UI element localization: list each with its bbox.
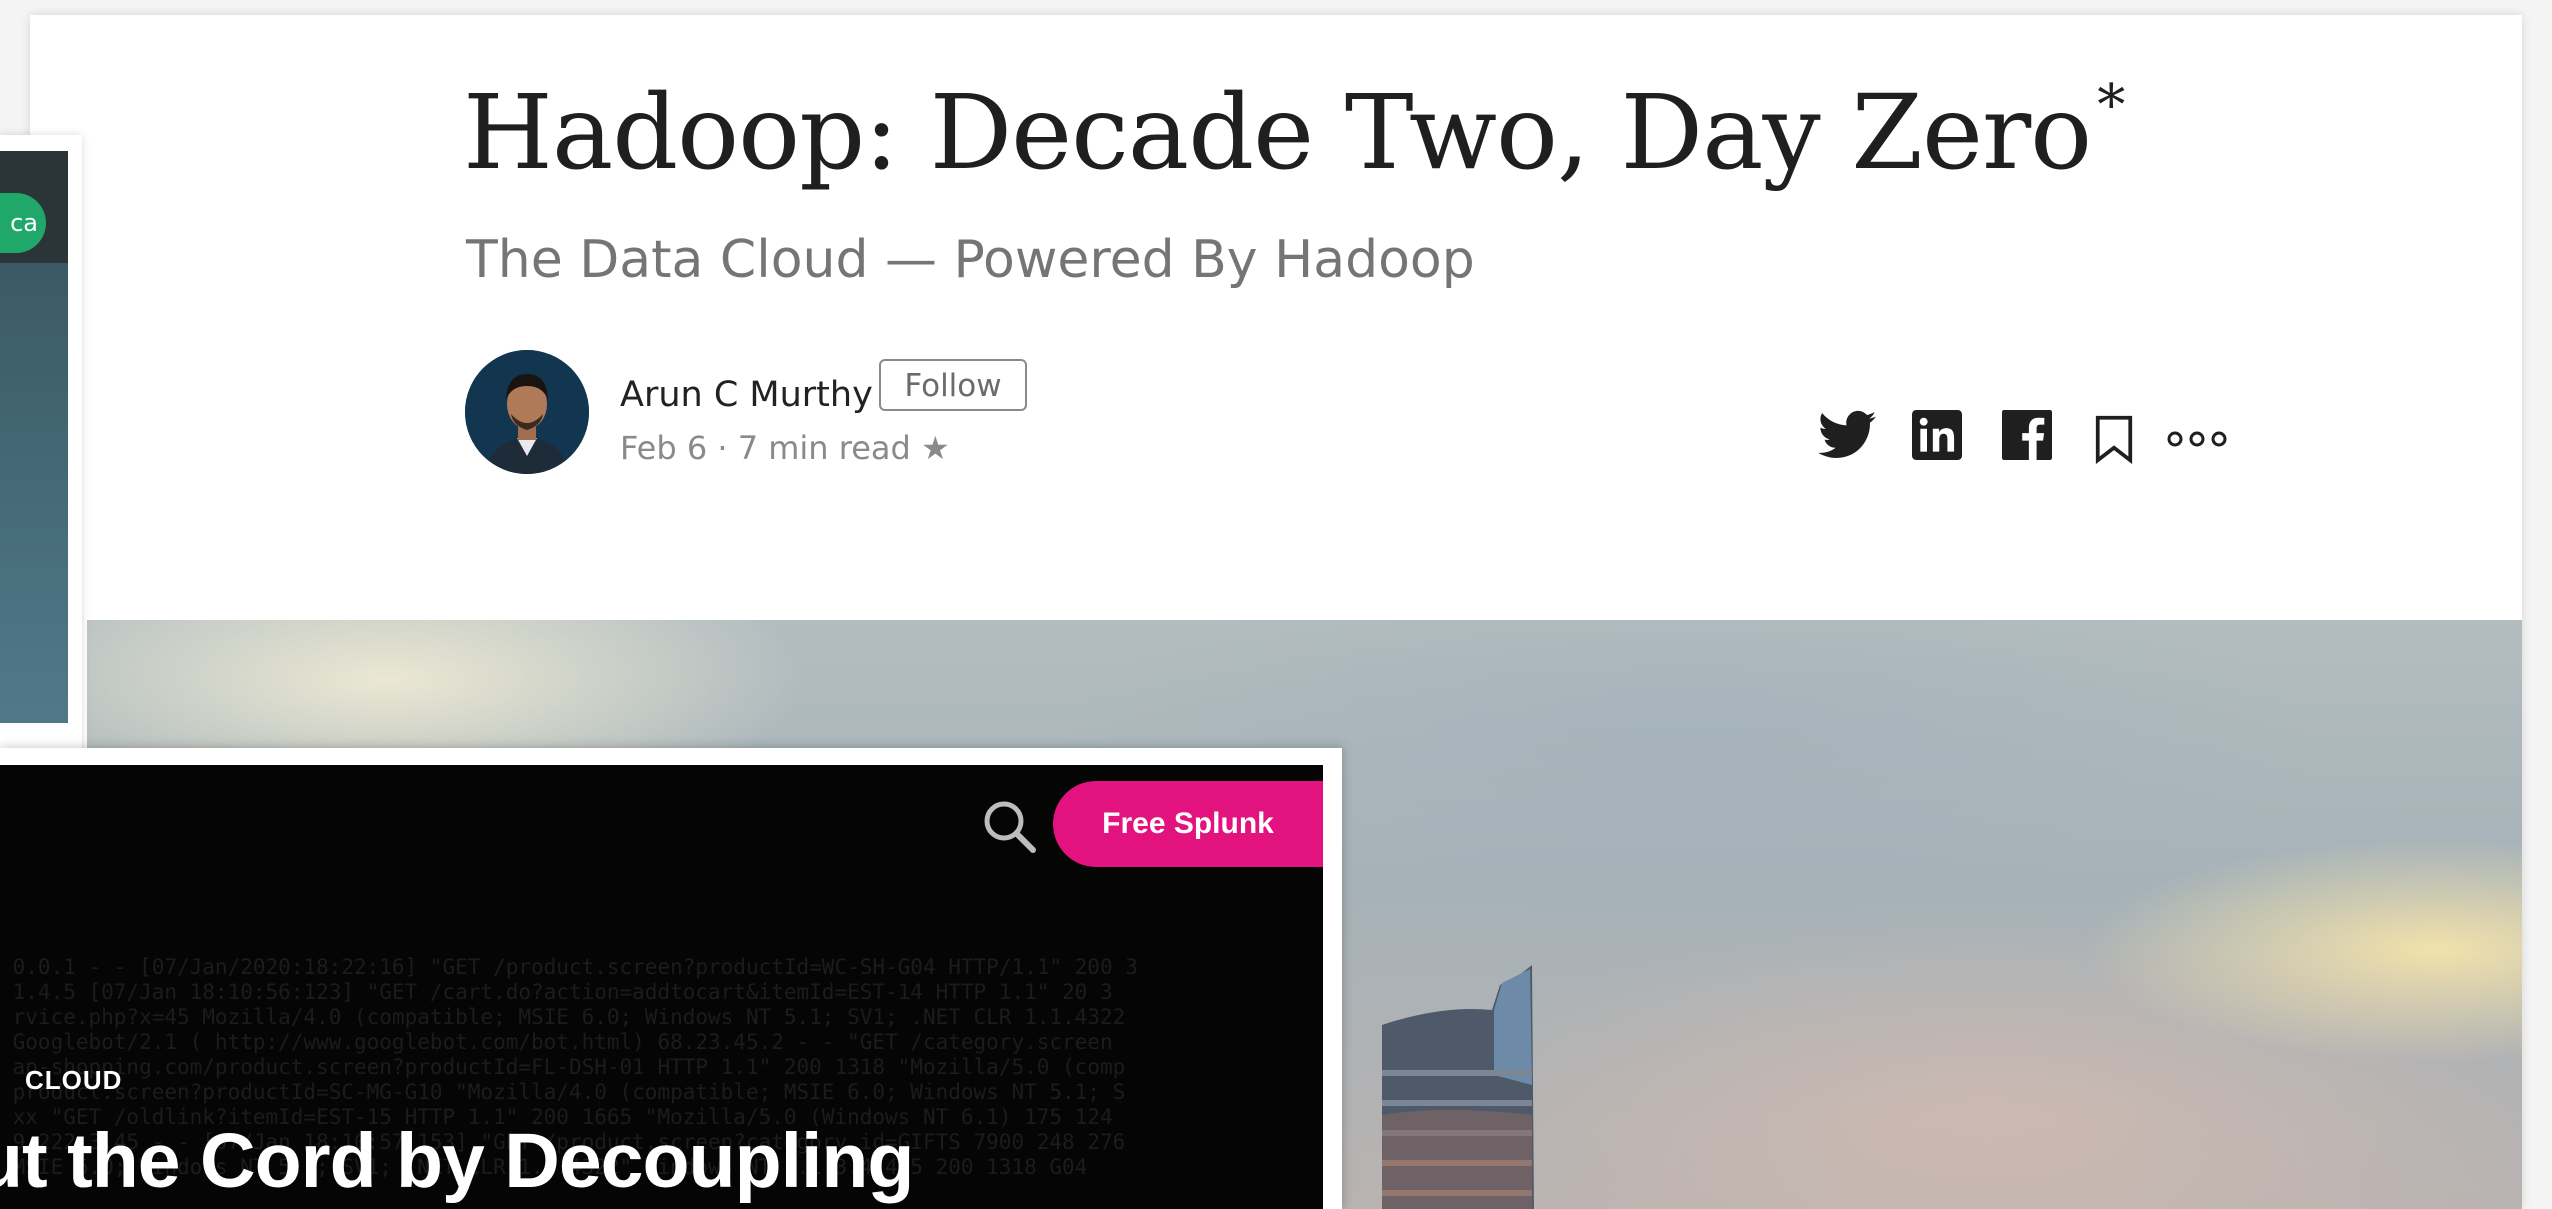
side-window-button[interactable]: ca [0, 193, 46, 253]
author-name[interactable]: Arun C Murthy [620, 375, 873, 415]
author-avatar[interactable] [465, 350, 589, 474]
free-splunk-button[interactable]: Free Splunk [1053, 781, 1323, 867]
splunk-hero: 0.0.1 - - [07/Jan/2020:18:22:16] "GET /p… [0, 765, 1323, 1209]
article-title: Hadoop: Decade Two, Day Zero * [463, 73, 2125, 193]
article-subtitle: The Data Cloud — Powered By Hadoop [466, 230, 1475, 290]
splunk-headline[interactable]: ut the Cord by Decoupling [0, 1117, 914, 1206]
splunk-window: 0.0.1 - - [07/Jan/2020:18:22:16] "GET /p… [0, 748, 1342, 1209]
facebook-icon[interactable] [2002, 410, 2052, 465]
category-label[interactable]: CLOUD [25, 1065, 122, 1096]
background-window-left: ca [0, 135, 82, 760]
linkedin-icon[interactable] [1912, 410, 1962, 465]
twitter-icon[interactable] [1818, 410, 1876, 465]
title-asterisk: * [2097, 73, 2125, 138]
bookmark-icon[interactable] [2094, 414, 2134, 469]
article-title-text: Hadoop: Decade Two, Day Zero [463, 73, 2092, 193]
search-icon[interactable] [980, 797, 1038, 855]
building-image [1382, 965, 1534, 1209]
side-window-image [0, 263, 68, 723]
more-icon[interactable] [2166, 429, 2228, 454]
post-meta: Feb 6 · 7 min read ★ [620, 429, 950, 467]
follow-button[interactable]: Follow [879, 359, 1027, 411]
side-window-header: ca [0, 151, 68, 263]
